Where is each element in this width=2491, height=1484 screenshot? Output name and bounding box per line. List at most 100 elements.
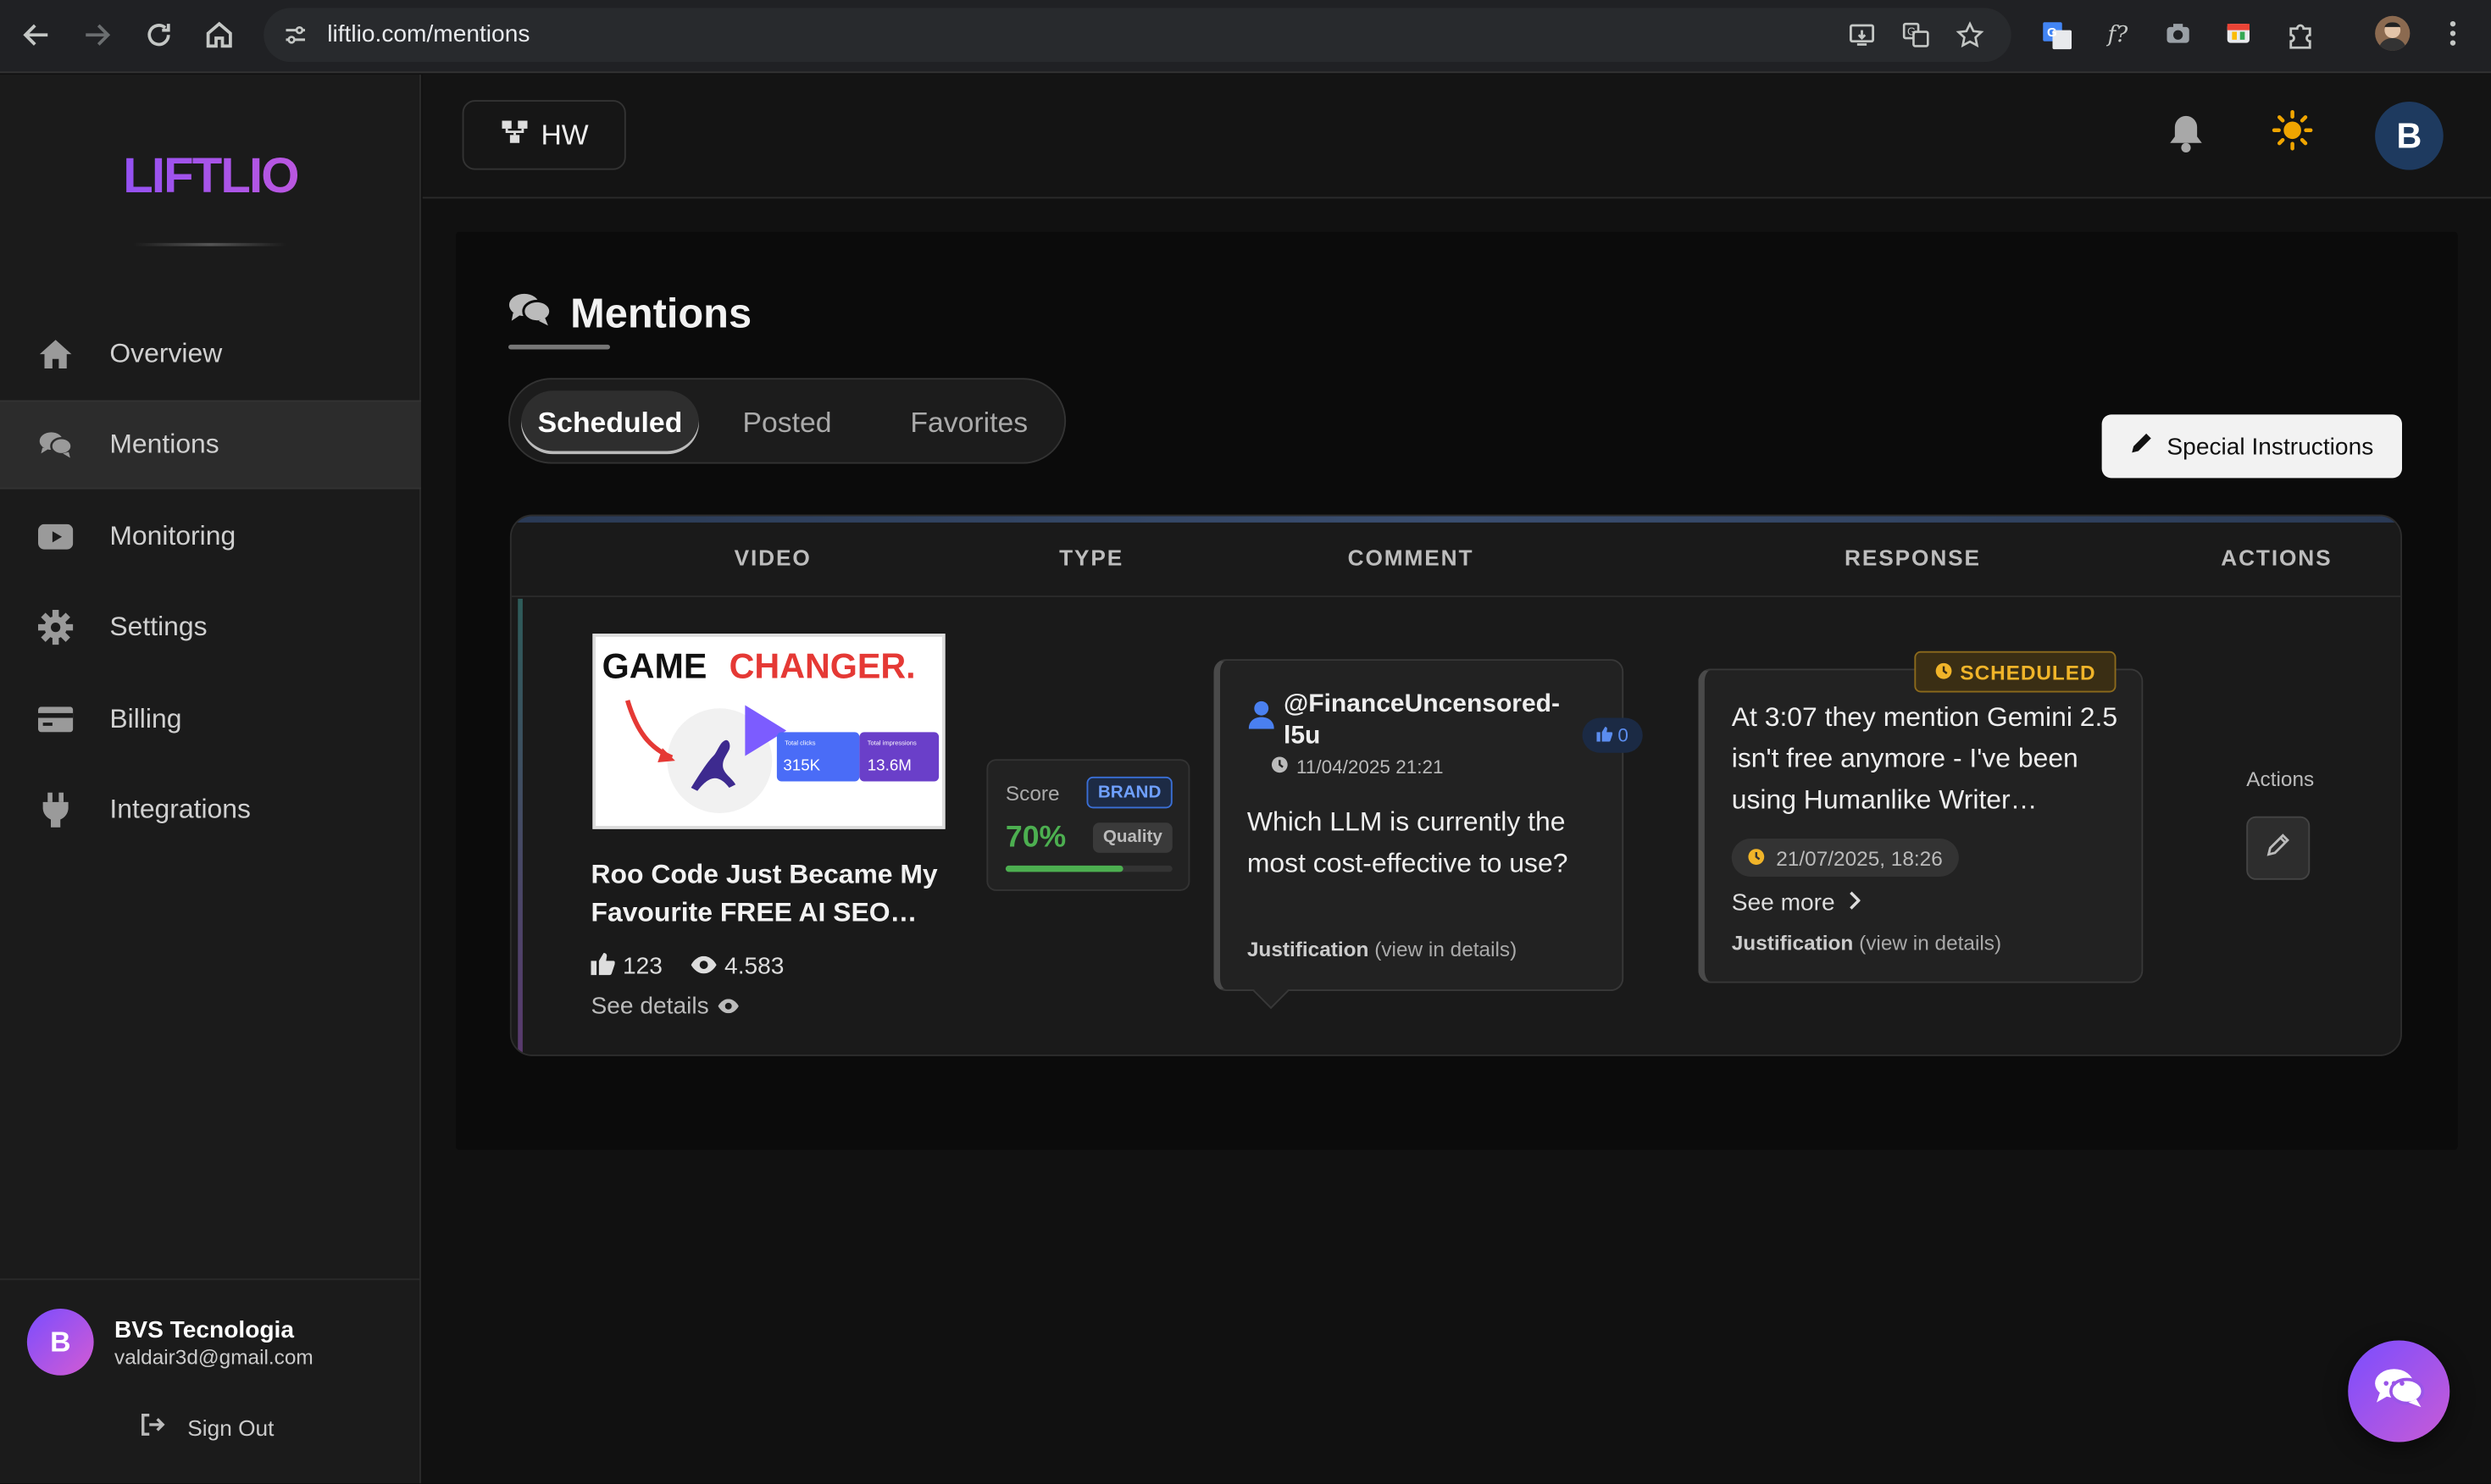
justification-label: Justification xyxy=(1731,930,1854,955)
plug-icon xyxy=(38,792,73,828)
comment-text: Which LLM is currently the most cost-eff… xyxy=(1246,806,1568,878)
see-more-button[interactable]: See more xyxy=(1732,889,1861,916)
sidebar-item-label: Overview xyxy=(109,338,223,368)
sidebar-item-label: Settings xyxy=(109,611,208,642)
title-underline xyxy=(508,344,610,350)
video-views: 4.583 xyxy=(724,953,785,980)
colorful-extension-icon[interactable] xyxy=(2222,19,2255,52)
edit-button[interactable] xyxy=(2246,816,2311,880)
special-instructions-button[interactable]: Special Instructions xyxy=(2101,414,2402,479)
bookmark-star-icon[interactable] xyxy=(1956,20,1984,49)
google-translate-extension-icon[interactable]: G xyxy=(2041,19,2073,52)
comment-card-tail xyxy=(1252,972,1290,1010)
user-avatar[interactable]: B xyxy=(2375,102,2444,170)
view-in-details-link[interactable]: (view in details) xyxy=(1374,937,1517,961)
score-progress-fill xyxy=(1005,865,1123,872)
response-card[interactable]: At 3:07 they mention Gemini 2.5 isn't fr… xyxy=(1698,668,2144,983)
sign-out-button[interactable]: Sign Out xyxy=(140,1413,275,1441)
header-divider xyxy=(511,595,2401,597)
special-instructions-label: Special Instructions xyxy=(2166,432,2374,460)
sidebar-item-label: Billing xyxy=(109,703,182,734)
home-icon[interactable] xyxy=(200,16,238,54)
see-details-link[interactable]: See details xyxy=(591,993,740,1020)
url-text[interactable]: liftlio.com/mentions xyxy=(327,20,530,47)
translate-icon[interactable]: G xyxy=(1901,20,1930,49)
column-header-actions: ACTIONS xyxy=(2221,545,2333,571)
comment-likes-badge: 0 xyxy=(1582,717,1643,753)
page-title-text: Mentions xyxy=(570,289,752,337)
see-more-label: See more xyxy=(1731,889,1835,916)
sidebar-item-billing[interactable]: Billing xyxy=(0,675,421,764)
thumbnail-stat2-label: Total impressions xyxy=(868,739,917,746)
tab-scheduled[interactable]: Scheduled xyxy=(521,390,699,455)
sidebar-item-overview[interactable]: Overview xyxy=(0,310,421,399)
pencil-icon xyxy=(2266,832,2291,865)
justification-label: Justification xyxy=(1246,937,1369,961)
score-value: 70% xyxy=(1005,821,1067,855)
sign-out-icon xyxy=(140,1413,165,1441)
camera-extension-icon[interactable] xyxy=(2162,19,2194,52)
tab-favorites[interactable]: Favorites xyxy=(886,390,1051,454)
comments-icon xyxy=(508,289,552,338)
chevron-right-icon xyxy=(1848,889,1861,916)
clock-icon xyxy=(1934,660,1952,684)
user-icon xyxy=(1248,700,1274,729)
chat-support-button[interactable] xyxy=(2348,1340,2450,1442)
profile-avatar-icon[interactable] xyxy=(2375,15,2411,51)
see-details-label: See details xyxy=(591,992,709,1020)
comment-likes: 0 xyxy=(1617,724,1628,747)
gear-icon xyxy=(38,610,74,645)
app-logo[interactable]: LIFTLIO xyxy=(0,147,421,205)
browser-menu-icon[interactable] xyxy=(2437,19,2469,52)
svg-text:G: G xyxy=(1907,25,1916,37)
sidebar: LIFTLIO Overview Mentions Monitoring Set… xyxy=(0,75,421,1484)
actions-label: Actions xyxy=(2246,767,2315,791)
sidebar-item-label: Mentions xyxy=(109,429,219,459)
project-selector[interactable]: HW xyxy=(462,100,626,170)
youtube-icon xyxy=(38,519,74,554)
theme-toggle-sun-icon[interactable] xyxy=(2272,109,2313,151)
reload-icon[interactable] xyxy=(140,16,178,54)
address-bar[interactable]: liftlio.com/mentions G xyxy=(264,8,2011,63)
comment-author[interactable]: @FinanceUncensored-l5u xyxy=(1284,689,1585,753)
install-app-icon[interactable] xyxy=(1848,20,1877,49)
notifications-bell-icon[interactable] xyxy=(2167,113,2205,154)
sidebar-item-label: Integrations xyxy=(109,794,251,825)
user-name: BVS Tecnologia xyxy=(114,1316,295,1344)
tab-posted[interactable]: Posted xyxy=(712,390,863,454)
sign-out-label: Sign Out xyxy=(187,1414,275,1440)
response-justification[interactable]: Justification (view in details) xyxy=(1732,931,2001,955)
back-icon[interactable] xyxy=(18,16,56,54)
sidebar-item-mentions[interactable]: Mentions xyxy=(0,400,421,490)
project-tree-icon xyxy=(500,119,529,152)
column-header-response: RESPONSE xyxy=(1845,545,1981,571)
mentions-panel: Mentions Scheduled Posted Favorites Spec… xyxy=(456,231,2458,1150)
function-extension-icon[interactable]: f? xyxy=(2102,19,2134,52)
comment-justification[interactable]: Justification (view in details) xyxy=(1247,937,1517,961)
extensions-puzzle-icon[interactable] xyxy=(2284,19,2316,52)
avatar[interactable]: B xyxy=(26,1309,94,1376)
video-thumbnail[interactable]: GAME CHANGER. Total clicks 315K Total im… xyxy=(592,634,946,829)
comments-icon xyxy=(38,427,73,462)
comment-card[interactable]: @FinanceUncensored-l5u 0 11/04/2025 21:2… xyxy=(1213,659,1643,1010)
svg-text:G: G xyxy=(2047,25,2057,40)
forward-icon[interactable] xyxy=(78,16,116,54)
sidebar-item-integrations[interactable]: Integrations xyxy=(0,766,421,855)
thumbs-up-icon xyxy=(591,951,615,982)
home-icon xyxy=(38,337,73,372)
response-date: 21/07/2025, 18:26 xyxy=(1776,845,1943,870)
site-settings-icon[interactable] xyxy=(283,22,308,47)
sidebar-item-label: Monitoring xyxy=(109,521,236,551)
mentions-table: VIDEO TYPE COMMENT RESPONSE ACTIONS GAME… xyxy=(509,514,2402,1056)
eye-icon xyxy=(691,953,717,980)
pencil-icon xyxy=(2130,432,2152,461)
comment-date: 11/04/2025 21:21 xyxy=(1271,756,1443,778)
logo-divider xyxy=(133,242,286,246)
table-top-border xyxy=(511,516,2401,523)
top-header: HW B xyxy=(422,75,2491,199)
video-title[interactable]: Roo Code Just Became My Favourite FREE A… xyxy=(591,856,973,933)
sidebar-item-monitoring[interactable]: Monitoring xyxy=(0,492,421,581)
sidebar-item-settings[interactable]: Settings xyxy=(0,583,421,672)
view-in-details-link[interactable]: (view in details) xyxy=(1859,931,2001,955)
credit-card-icon xyxy=(38,702,74,737)
